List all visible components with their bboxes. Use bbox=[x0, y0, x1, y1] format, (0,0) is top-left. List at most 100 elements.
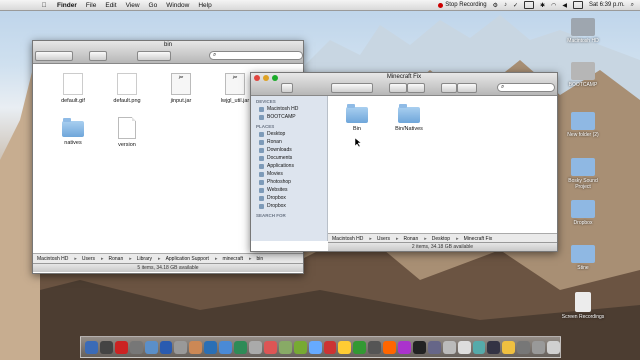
dock-app-icon[interactable] bbox=[323, 340, 337, 354]
gear-icon[interactable]: ⚙ bbox=[493, 2, 498, 9]
dock-app-icon[interactable] bbox=[412, 340, 426, 354]
sidebar-item-dropbox[interactable]: Dropbox bbox=[259, 194, 327, 202]
dock-app-icon[interactable] bbox=[472, 340, 486, 354]
folder-button[interactable] bbox=[441, 83, 457, 93]
path-item[interactable]: Users bbox=[369, 236, 390, 242]
dock-app-icon[interactable] bbox=[383, 340, 397, 354]
view-buttons[interactable] bbox=[35, 51, 73, 61]
dock-app-icon[interactable] bbox=[144, 340, 158, 354]
file-default-png[interactable]: default.png bbox=[105, 73, 149, 104]
dock-app-icon[interactable] bbox=[159, 340, 173, 354]
stop-recording-button[interactable]: Stop Recording bbox=[438, 2, 487, 8]
desktop-icon-bootcamp[interactable]: BOOTCAMP bbox=[560, 62, 606, 88]
folder-bin[interactable]: Bin bbox=[335, 104, 379, 132]
sidebar-item-bootcamp[interactable]: BOOTCAMP bbox=[259, 113, 327, 121]
path-item[interactable]: Macintosh HD bbox=[37, 256, 68, 262]
dock-app-icon[interactable] bbox=[219, 340, 233, 354]
sidebar-item-macintosh-hd[interactable]: Macintosh HD bbox=[259, 105, 327, 113]
check-icon[interactable]: ✓ bbox=[513, 2, 518, 9]
desktop-icon-new-folder-2[interactable]: New folder (2) bbox=[560, 112, 606, 138]
menu-finder[interactable]: Finder bbox=[57, 2, 77, 9]
sidebar-item-dropbox-2[interactable]: Dropbox bbox=[259, 202, 327, 210]
folder-bin-natives[interactable]: Bin/Natives bbox=[387, 104, 431, 132]
dock-app-icon[interactable] bbox=[517, 340, 531, 354]
window-titlebar[interactable]: bin ⌕ bbox=[33, 41, 303, 64]
quick-look-button[interactable] bbox=[389, 83, 407, 93]
sound-icon[interactable]: ◀ bbox=[562, 2, 567, 9]
path-item[interactable]: bin bbox=[249, 256, 264, 262]
sidebar-item-desktop[interactable]: Desktop bbox=[259, 130, 327, 138]
path-item[interactable]: Library bbox=[129, 256, 152, 262]
dock-app-icon[interactable] bbox=[99, 340, 113, 354]
desktop-icon-bosky-sound-project[interactable]: Bosky Sound Project bbox=[560, 158, 606, 190]
path-item[interactable]: Users bbox=[74, 256, 95, 262]
path-item[interactable]: minecraft bbox=[215, 256, 243, 262]
wifi-icon[interactable]: ◠ bbox=[551, 2, 556, 9]
dock-app-icon[interactable] bbox=[502, 340, 516, 354]
dock-app-icon[interactable] bbox=[353, 340, 367, 354]
bluetooth-icon[interactable]: ✱ bbox=[540, 2, 545, 9]
path-item[interactable]: Application Support bbox=[158, 256, 209, 262]
dock-app-icon[interactable] bbox=[114, 340, 128, 354]
menu-file[interactable]: File bbox=[86, 2, 96, 9]
path-item[interactable]: Ronan bbox=[396, 236, 419, 242]
file-version[interactable]: version bbox=[105, 117, 149, 148]
dock-app-icon[interactable] bbox=[204, 340, 218, 354]
path-item[interactable]: Ronan bbox=[101, 256, 124, 262]
menu-window[interactable]: Window bbox=[166, 2, 189, 9]
dock-app-icon[interactable] bbox=[234, 340, 247, 354]
display-icon[interactable] bbox=[524, 1, 535, 9]
sidebar-item-ronan[interactable]: Ronan bbox=[259, 138, 327, 146]
dock-app-icon[interactable] bbox=[85, 340, 98, 354]
path-item[interactable]: Desktop bbox=[424, 236, 450, 242]
action-button[interactable] bbox=[407, 83, 425, 93]
desktop-icon-dropbox[interactable]: Dropbox bbox=[560, 200, 606, 226]
action-button[interactable] bbox=[137, 51, 171, 61]
dock-app-icon[interactable] bbox=[547, 340, 560, 354]
clock[interactable]: Sat 6:39 p.m. bbox=[589, 2, 625, 8]
spotlight-icon[interactable]: ⌕ bbox=[631, 2, 634, 9]
battery-icon[interactable] bbox=[572, 1, 583, 9]
dock-app-icon[interactable] bbox=[263, 340, 277, 354]
dock-app-icon[interactable] bbox=[293, 340, 307, 354]
path-item[interactable]: Minecraft Fix bbox=[456, 236, 493, 242]
file-jinput-jar[interactable]: jar jinput.jar bbox=[159, 73, 203, 104]
dock-app-icon[interactable] bbox=[442, 340, 456, 354]
dock-app-icon[interactable] bbox=[338, 340, 352, 354]
menu-view[interactable]: View bbox=[126, 2, 140, 9]
back-button[interactable] bbox=[281, 83, 293, 93]
search-input[interactable]: ⌕ bbox=[497, 83, 555, 92]
folder-natives[interactable]: natives bbox=[51, 118, 95, 146]
arrange-button[interactable] bbox=[457, 83, 477, 93]
sidebar-item-movies[interactable]: Movies bbox=[259, 170, 327, 178]
desktop-icon-screen-recordings[interactable]: Screen Recordings bbox=[560, 292, 606, 320]
menu-go[interactable]: Go bbox=[149, 2, 158, 9]
path-item[interactable]: Macintosh HD bbox=[332, 236, 363, 242]
window-titlebar[interactable]: Minecraft Fix ⌕ bbox=[251, 73, 557, 96]
sidebar-item-applications[interactable]: Applications bbox=[259, 162, 327, 170]
apple-icon[interactable]:  bbox=[40, 2, 48, 9]
dock-app-icon[interactable] bbox=[457, 340, 471, 354]
dock-app-icon[interactable] bbox=[174, 340, 188, 354]
dock-app-icon[interactable] bbox=[189, 340, 203, 354]
dock-app-icon[interactable] bbox=[427, 340, 441, 354]
search-input[interactable]: ⌕ bbox=[209, 51, 303, 60]
sidebar-item-websites[interactable]: Websites bbox=[259, 186, 327, 194]
sidebar-item-documents[interactable]: Documents bbox=[259, 154, 327, 162]
menu-edit[interactable]: Edit bbox=[105, 2, 116, 9]
desktop-icon-macintosh-hd[interactable]: Macintosh HD bbox=[560, 18, 606, 44]
finder-window-minecraft-fix[interactable]: Minecraft Fix ⌕ DEVICES Macintosh HD BOO… bbox=[250, 72, 558, 252]
dock-app-icon[interactable] bbox=[487, 340, 501, 354]
dock-app-icon[interactable] bbox=[278, 340, 292, 354]
file-default-gif[interactable]: default.gif bbox=[51, 73, 95, 104]
sidebar-item-downloads[interactable]: Downloads bbox=[259, 146, 327, 154]
dock-app-icon[interactable] bbox=[398, 340, 411, 354]
volume-icon[interactable]: ♪ bbox=[504, 2, 507, 8]
sidebar-item-photoshop[interactable]: Photoshop bbox=[259, 178, 327, 186]
desktop-icon-stine[interactable]: Stine bbox=[560, 245, 606, 271]
dock-app-icon[interactable] bbox=[129, 340, 143, 354]
dock-app-icon[interactable] bbox=[368, 340, 382, 354]
dock-app-icon[interactable] bbox=[248, 340, 262, 354]
quick-look-button[interactable] bbox=[89, 51, 107, 61]
menu-help[interactable]: Help bbox=[198, 2, 211, 9]
